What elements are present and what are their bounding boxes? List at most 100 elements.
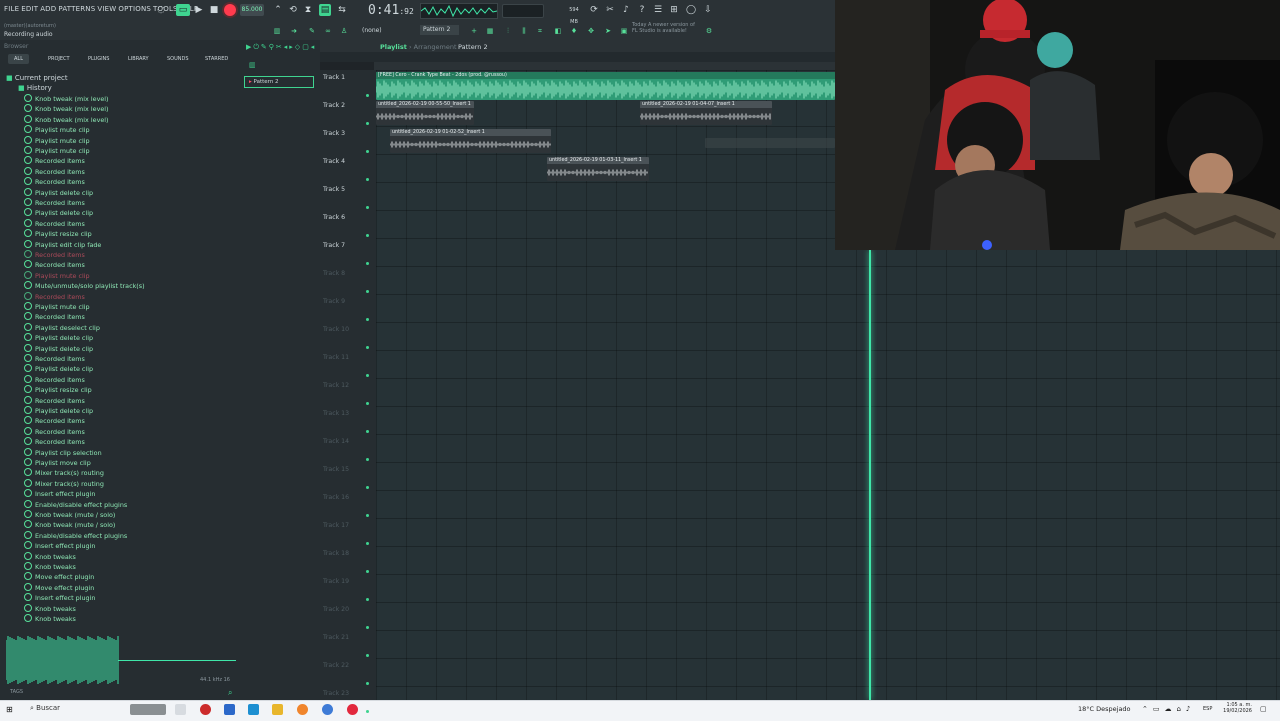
history-item[interactable]: Playlist mute clip: [24, 146, 90, 156]
touch-icon[interactable]: ✥: [587, 27, 595, 35]
play-button[interactable]: ▶: [193, 4, 205, 16]
track-mute-led[interactable]: [366, 122, 369, 125]
track-mute-led[interactable]: [366, 570, 369, 573]
track-label[interactable]: Track 15: [323, 466, 349, 473]
start-icon[interactable]: ⊞: [6, 705, 13, 714]
add-pattern-icon[interactable]: +: [470, 27, 478, 35]
menu-item-options[interactable]: OPTIONS: [118, 5, 151, 13]
history-item[interactable]: Recorded items: [24, 166, 85, 177]
track-label[interactable]: Track 11: [323, 354, 349, 361]
track-mute-led[interactable]: [366, 542, 369, 545]
track-label[interactable]: Track 1: [323, 74, 345, 81]
history-item[interactable]: Insert effect plugin: [24, 541, 95, 551]
track-label[interactable]: Track 6: [323, 214, 345, 221]
track-label[interactable]: Track 17: [323, 522, 349, 529]
explorer-icon[interactable]: [272, 704, 283, 715]
clock[interactable]: 1:05 a. m. 19/02/2026: [1218, 702, 1252, 714]
send-icon[interactable]: ➤: [604, 27, 612, 35]
record-button[interactable]: [224, 4, 236, 16]
stamp-icon[interactable]: ♙: [340, 27, 348, 35]
history-item[interactable]: Knob tweak (mute / solo): [24, 520, 115, 530]
audio-clip[interactable]: untitled_2026-02-19 01-04-07_Insert 1: [640, 101, 772, 125]
search-icon[interactable]: ⌕: [228, 688, 232, 698]
track-label[interactable]: Track 14: [323, 438, 349, 445]
track-label[interactable]: Track 4: [323, 158, 345, 165]
channel-rack-icon[interactable]: ⫶: [504, 27, 512, 35]
track-mute-led[interactable]: [366, 402, 369, 405]
news-widget-icon[interactable]: [130, 704, 166, 715]
history-item[interactable]: Knob tweaks: [24, 603, 76, 614]
history-item[interactable]: Playlist clip selection: [24, 447, 102, 458]
history-item[interactable]: Knob tweak (mix level): [24, 94, 109, 104]
audio-clip[interactable]: untitled_2026-02-19 01-02-52_Insert 1: [390, 129, 551, 153]
countdown-icon[interactable]: ⧗: [302, 4, 314, 16]
playlist-icon[interactable]: ▥: [273, 27, 281, 35]
history-item[interactable]: Insert effect plugin: [24, 593, 95, 603]
audio-clip[interactable]: untitled_2026-02-19 00-55-50_Insert 1: [376, 101, 474, 125]
app-red-icon[interactable]: [200, 704, 211, 715]
pattern-selector[interactable]: Pattern 2: [420, 25, 459, 35]
fl-studio-icon[interactable]: [297, 704, 308, 715]
weather-widget[interactable]: 18°C Despejado: [1078, 705, 1131, 713]
track-label[interactable]: Track 7: [323, 242, 345, 249]
track-mute-led[interactable]: [366, 430, 369, 433]
history-item[interactable]: Playlist edit clip fade: [24, 239, 101, 250]
history-item[interactable]: Playlist deselect clip: [24, 322, 100, 333]
tree-root[interactable]: ■ Current project: [6, 74, 68, 82]
history-item[interactable]: Move effect plugin: [24, 572, 94, 582]
history-item[interactable]: Knob tweak (mix level): [24, 104, 109, 114]
chat-icon[interactable]: ◯: [685, 4, 697, 16]
history-item[interactable]: Enable/disable effect plugins: [24, 530, 127, 541]
history-item[interactable]: Move effect plugin: [24, 582, 94, 593]
history-item[interactable]: Enable/disable effect plugins: [24, 499, 127, 510]
history-item[interactable]: Playlist move clip: [24, 458, 91, 468]
snap-mode[interactable]: (none): [362, 27, 382, 34]
browser-tab-plugins[interactable]: PLUGINS: [88, 56, 109, 62]
history-item[interactable]: Playlist delete clip: [24, 333, 93, 343]
history-item[interactable]: Knob tweak (mix level): [24, 114, 109, 125]
menu-item-view[interactable]: VIEW: [97, 5, 116, 13]
track-mute-led[interactable]: [366, 374, 369, 377]
notification-icon[interactable]: ▢: [1260, 705, 1267, 713]
track-mute-led[interactable]: [366, 654, 369, 657]
history-item[interactable]: Recorded items: [24, 354, 85, 364]
track-label[interactable]: Track 9: [323, 298, 345, 305]
track-label[interactable]: Track 8: [323, 270, 345, 277]
step-edit-icon[interactable]: ⇆: [336, 4, 348, 16]
stop-button[interactable]: ■: [208, 4, 220, 16]
track-label[interactable]: Track 16: [323, 494, 349, 501]
track-mute-led[interactable]: [366, 626, 369, 629]
history-item[interactable]: Recorded items: [24, 437, 85, 447]
audio-clip[interactable]: untitled_2026-02-19 01-03-11_Insert 1: [547, 157, 649, 181]
track-mute-led[interactable]: [366, 458, 369, 461]
history-item[interactable]: Playlist resize clip: [24, 229, 92, 239]
track-label[interactable]: Track 22: [323, 662, 349, 669]
browser-view-icon[interactable]: ⌗: [536, 27, 544, 35]
history-item[interactable]: Knob tweaks: [24, 562, 76, 572]
next-icon[interactable]: ➜: [290, 27, 298, 35]
track-label[interactable]: Track 13: [323, 410, 349, 417]
history-item[interactable]: Recorded items: [24, 260, 85, 270]
history-item[interactable]: Recorded items: [24, 312, 85, 322]
history-item[interactable]: Recorded items: [24, 218, 85, 229]
track-mute-led[interactable]: [366, 150, 369, 153]
settings-icon[interactable]: ⚙: [705, 27, 713, 35]
history-item[interactable]: Recorded items: [24, 291, 85, 302]
history-item[interactable]: Recorded items: [24, 395, 85, 406]
plugin-db-icon[interactable]: ◧: [554, 27, 562, 35]
pattern-grid-icon[interactable]: ▥: [249, 61, 256, 69]
history-item[interactable]: Recorded items: [24, 156, 85, 166]
history-item[interactable]: Knob tweak (mute / solo): [24, 510, 115, 520]
track-label[interactable]: Track 3: [323, 130, 345, 137]
history-item[interactable]: Recorded items: [24, 416, 85, 426]
history-item[interactable]: Recorded items: [24, 374, 85, 385]
track-mute-led[interactable]: [366, 710, 369, 713]
mixer-icon[interactable]: ☰: [652, 4, 664, 16]
history-item[interactable]: Recorded items: [24, 426, 85, 437]
pattern-mode-button[interactable]: ▭: [176, 4, 190, 16]
track-label[interactable]: Track 5: [323, 186, 345, 193]
history-item[interactable]: Playlist delete clip: [24, 406, 93, 416]
track-label[interactable]: Track 19: [323, 578, 349, 585]
history-item[interactable]: Playlist delete clip: [24, 364, 93, 374]
taskbar-search[interactable]: ⌕ Buscar: [30, 704, 60, 713]
